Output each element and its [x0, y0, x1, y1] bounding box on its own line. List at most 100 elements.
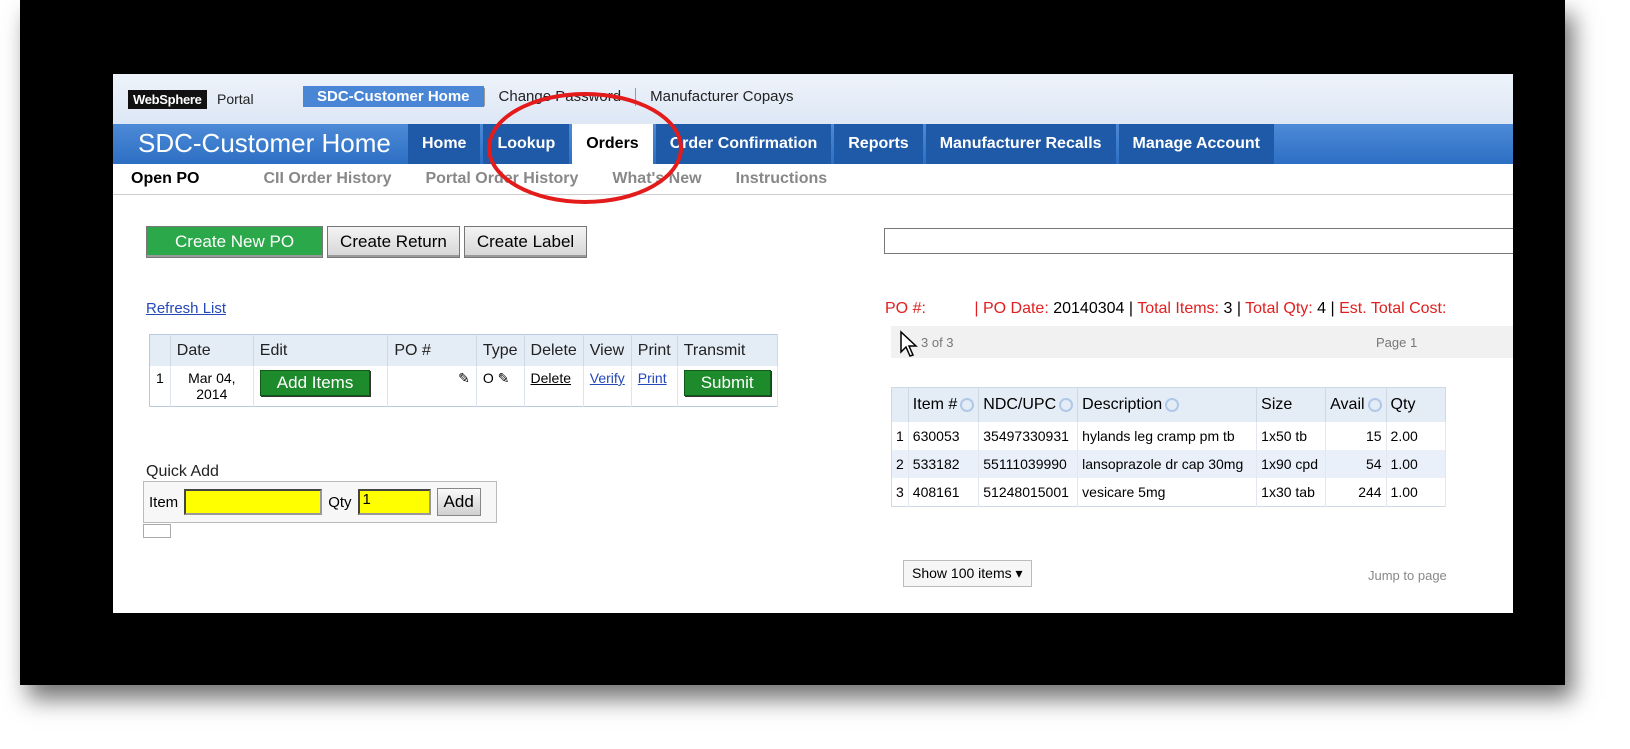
table-row: 3 408161 51248015001 vesicare 5mg 1x30 t… [891, 478, 1446, 507]
verify-link[interactable]: Verify [590, 370, 625, 386]
small-control[interactable] [143, 524, 171, 538]
avail: 15 [1325, 422, 1387, 450]
chevron-down-icon: ▾ [1015, 565, 1023, 581]
websphere-logo: WebSphere [128, 90, 207, 109]
col-rownum [149, 334, 171, 366]
top-link-home[interactable]: SDC-Customer Home [303, 86, 484, 107]
item-number: 630053 [908, 422, 980, 450]
quick-add-panel: Item Qty 1 Add [143, 481, 497, 523]
sort-icon[interactable] [1059, 397, 1074, 412]
open-po-table: Date Edit PO # Type Delete View Print Tr… [149, 334, 778, 407]
est-total-cost-label: Est. Total Cost: [1339, 300, 1447, 317]
tab-home[interactable]: Home [408, 124, 481, 164]
row-number: 1 [149, 366, 171, 407]
qty[interactable]: 1.00 [1386, 478, 1446, 507]
subnav-instructions[interactable]: Instructions [736, 170, 828, 188]
qty-input[interactable]: 1 [357, 489, 431, 515]
table-row: 1 630053 35497330931 hylands leg cramp p… [891, 422, 1446, 450]
avail: 54 [1325, 450, 1387, 478]
total-items-value: 3 [1223, 300, 1233, 317]
col-ndc-upc[interactable]: NDC/UPC [978, 387, 1079, 422]
create-return-button[interactable]: Create Return [327, 226, 460, 258]
print-link[interactable]: Print [638, 370, 667, 386]
description: vesicare 5mg [1077, 478, 1258, 507]
item-input[interactable] [184, 489, 323, 515]
tab-manage-account[interactable]: Manage Account [1118, 124, 1274, 164]
ndc-upc: 55111039990 [978, 450, 1079, 478]
top-link-manufacturer-copays[interactable]: Manufacturer Copays [636, 86, 807, 107]
col-view[interactable]: View [583, 334, 632, 366]
subnav-cii-order-history[interactable]: CII Order History [263, 170, 391, 188]
po-number-label: PO #: [885, 300, 926, 317]
col-item-number[interactable]: Item # [908, 387, 980, 422]
portal-label: Portal [217, 91, 254, 107]
app-title: SDC-Customer Home [138, 128, 391, 158]
col-avail[interactable]: Avail [1325, 387, 1387, 422]
add-button[interactable]: Add [436, 488, 481, 516]
edit-cell: Add Items [253, 366, 389, 407]
description: hylands leg cramp pm tb [1077, 422, 1258, 450]
refresh-list-link[interactable]: Refresh List [146, 300, 226, 317]
create-label-button[interactable]: Create Label [463, 226, 588, 258]
delete-link[interactable]: Delete [531, 370, 571, 386]
divider: | [1128, 300, 1134, 317]
col-description[interactable]: Description [1077, 387, 1258, 422]
total-items-label: Total Items: [1137, 300, 1219, 317]
table-row: 2 533182 55111039990 lansoprazole dr cap… [891, 450, 1446, 478]
avail: 244 [1325, 478, 1387, 507]
view-cell: Verify [583, 366, 632, 407]
col-size[interactable]: Size [1256, 387, 1327, 422]
add-items-button[interactable]: Add Items [259, 370, 371, 396]
col-delete[interactable]: Delete [524, 334, 584, 366]
row-number: 2 [891, 450, 909, 478]
col-edit[interactable]: Edit [253, 334, 389, 366]
item-label: Item [149, 493, 179, 511]
total-qty-value: 4 [1317, 300, 1327, 317]
main-nav: SDC-Customer Home Home Lookup Orders Ord… [113, 124, 1513, 164]
subnav-open-po[interactable]: Open PO [131, 170, 199, 188]
qty[interactable]: 1.00 [1386, 450, 1446, 478]
table-header-row: Item # NDC/UPC Description Size Avail Qt… [891, 387, 1446, 422]
search-input[interactable] [884, 228, 1513, 254]
item-number: 408161 [908, 478, 980, 507]
create-new-po-button[interactable]: Create New PO [146, 226, 324, 258]
pencil-icon[interactable]: ✎ [458, 370, 470, 386]
col-qty[interactable]: Qty [1386, 387, 1446, 422]
divider: | [974, 300, 979, 317]
row-number: 3 [891, 478, 909, 507]
po-date-label: PO Date: [982, 300, 1049, 317]
jump-to-page[interactable]: Jump to page [1368, 568, 1447, 583]
divider: | [1330, 300, 1335, 317]
po-items-table: Item # NDC/UPC Description Size Avail Qt… [891, 387, 1446, 507]
divider: | [1236, 300, 1241, 317]
tab-manufacturer-recalls[interactable]: Manufacturer Recalls [925, 124, 1116, 164]
size: 1x50 tb [1256, 422, 1327, 450]
table-row: 1 Mar 04, 2014 Add Items ✎ O ✎ Delete Ve… [149, 366, 778, 407]
sort-icon[interactable] [960, 397, 975, 412]
sub-nav: Open PO CII Order History Portal Order H… [113, 164, 1513, 195]
mouse-cursor-icon [900, 330, 918, 357]
po-summary: PO #: | PO Date: 20140304 | Total Items:… [885, 300, 1446, 318]
qty[interactable]: 2.00 [1386, 422, 1446, 450]
action-buttons: Create New PO Create Return Create Label [146, 226, 591, 258]
pencil-icon[interactable]: ✎ [498, 370, 510, 386]
tab-reports[interactable]: Reports [834, 124, 923, 164]
quick-add-title: Quick Add [146, 463, 219, 480]
col-print[interactable]: Print [631, 334, 678, 366]
size: 1x90 cpd [1256, 450, 1327, 478]
qty-label: Qty [328, 493, 352, 511]
sort-icon[interactable] [1165, 397, 1180, 412]
col-po-number[interactable]: PO # [387, 334, 477, 366]
show-items-dropdown[interactable]: Show 100 items ▾ [903, 560, 1032, 587]
col-rownum [891, 387, 909, 422]
submit-button[interactable]: Submit [683, 370, 771, 396]
col-date[interactable]: Date [170, 334, 254, 366]
annotation-circle [487, 92, 683, 204]
total-qty-label: Total Qty: [1245, 300, 1313, 317]
delete-cell: Delete [524, 366, 584, 407]
col-transmit[interactable]: Transmit [677, 334, 778, 366]
col-type[interactable]: Type [476, 334, 525, 366]
po-number-cell: ✎ [387, 366, 477, 407]
sort-icon[interactable] [1367, 397, 1382, 412]
page-indicator: Page 1 [1376, 335, 1418, 350]
